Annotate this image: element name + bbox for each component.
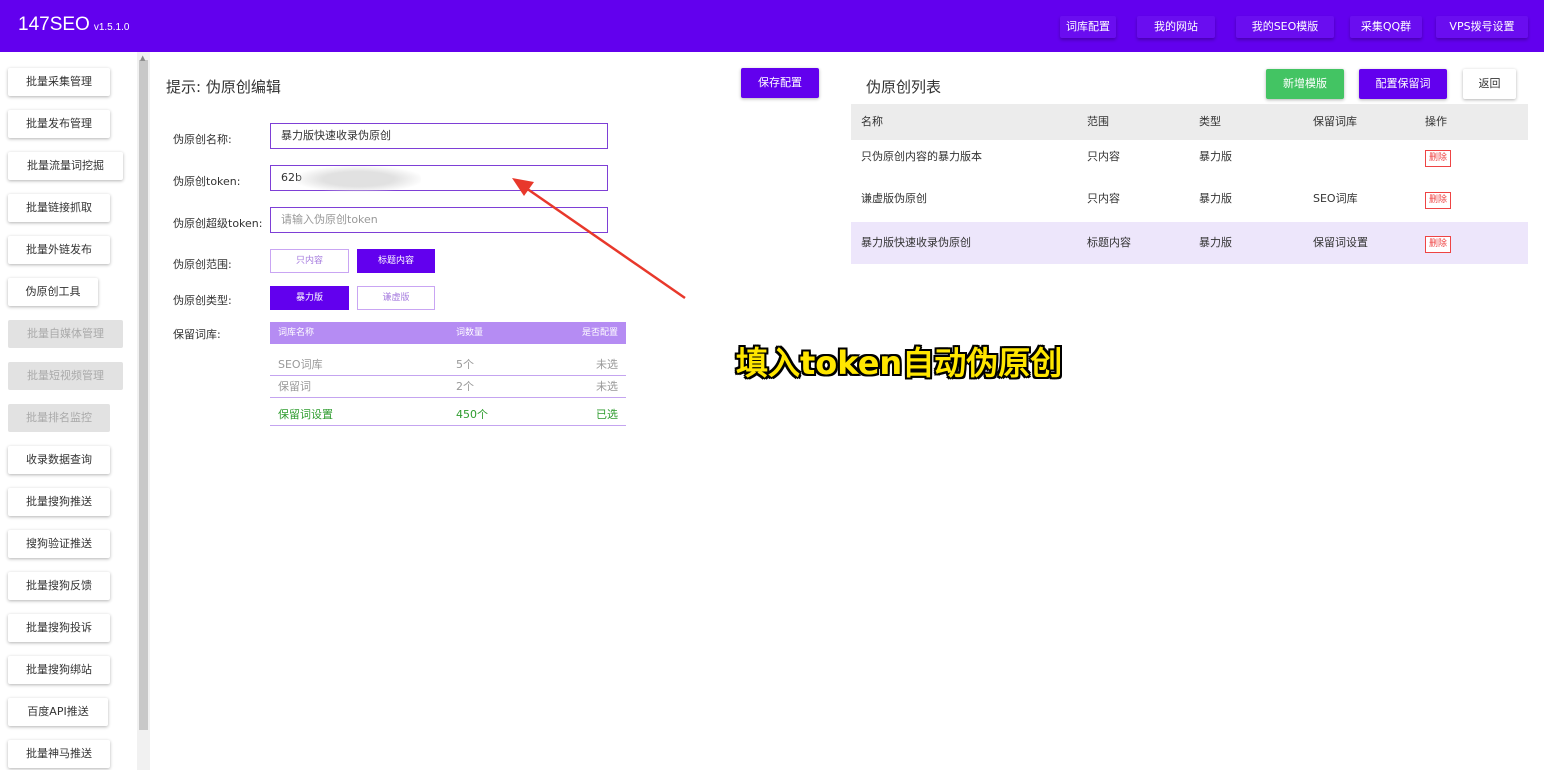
dict-col-name: 词库名称: [278, 328, 315, 338]
top-app-bar: 147SEO v1.5.1.0 词库配置 我的网站 我的SEO模版 采集QQ群 V…: [0, 0, 1544, 52]
config-reserved-words-button[interactable]: 配置保留词: [1359, 69, 1447, 99]
row-dict: 保留词设置: [1313, 236, 1368, 249]
type-option-modest[interactable]: 谦虚版: [357, 286, 435, 310]
list-col-dict: 保留词库: [1313, 115, 1357, 128]
sidebar-item-sogou-feedback[interactable]: 批量搜狗反馈: [8, 572, 110, 600]
sidebar-item-traffic-keywords[interactable]: 批量流量词挖掘: [8, 152, 123, 180]
row-type: 暴力版: [1199, 150, 1232, 163]
save-config-button[interactable]: 保存配置: [741, 68, 819, 98]
row-type: 暴力版: [1199, 192, 1232, 205]
sidebar-item-batch-publish[interactable]: 批量发布管理: [8, 110, 110, 138]
dict-row-name: 保留词设置: [278, 408, 333, 421]
token-label: 伪原创token:: [173, 175, 241, 188]
table-row[interactable]: 只伪原创内容的暴力版本 只内容 暴力版 删除: [851, 136, 1528, 178]
type-option-aggressive[interactable]: 暴力版: [270, 286, 349, 310]
editor-title: 提示: 伪原创编辑: [166, 78, 281, 96]
dict-row-status: 未选: [596, 380, 618, 393]
row-scope: 只内容: [1087, 192, 1120, 205]
nav-qq-group-button[interactable]: 采集QQ群: [1350, 16, 1422, 38]
sidebar-item-sogou-verify-push[interactable]: 搜狗验证推送: [8, 530, 110, 558]
sidebar-item-short-video[interactable]: 批量短视频管理: [8, 362, 123, 390]
row-name: 暴力版快速收录伪原创: [861, 236, 971, 249]
list-col-scope: 范围: [1087, 115, 1109, 128]
dict-row-name: SEO词库: [278, 358, 323, 371]
list-col-name: 名称: [861, 115, 883, 128]
list-col-action: 操作: [1425, 115, 1447, 128]
app-version: v1.5.1.0: [93, 22, 130, 33]
sidebar-item-index-query[interactable]: 收录数据查询: [8, 446, 110, 474]
super-token-label: 伪原创超级token:: [173, 217, 263, 230]
nav-vps-settings-button[interactable]: VPS拨号设置: [1436, 16, 1528, 38]
sidebar-item-pseudo-original[interactable]: 伪原创工具: [8, 278, 98, 306]
scope-option-title-content[interactable]: 标题内容: [357, 249, 435, 273]
name-label: 伪原创名称:: [173, 133, 232, 146]
dict-row-count: 2个: [456, 380, 474, 393]
dict-table-header: 词库名称 词数量 是否配置: [270, 322, 626, 344]
sidebar-item-batch-collect[interactable]: 批量采集管理: [8, 68, 110, 96]
row-name: 谦虚版伪原创: [861, 192, 927, 205]
sidebar-item-external-links[interactable]: 批量外链发布: [8, 236, 110, 264]
dict-row[interactable]: SEO词库 5个 未选: [270, 354, 626, 376]
dict-row-count: 5个: [456, 358, 474, 371]
delete-button[interactable]: 删除: [1425, 236, 1451, 253]
delete-button[interactable]: 删除: [1425, 192, 1451, 209]
sidebar-scroll-thumb[interactable]: [139, 60, 148, 730]
sidebar-item-baidu-api[interactable]: 百度API推送: [8, 698, 108, 726]
scroll-up-icon[interactable]: ▲: [140, 54, 145, 62]
sidebar-item-sogou-complaint[interactable]: 批量搜狗投诉: [8, 614, 110, 642]
app-brand: 147SEO v1.5.1.0: [18, 14, 129, 36]
type-label: 伪原创类型:: [173, 294, 232, 307]
sidebar: 批量采集管理 批量发布管理 批量流量词挖掘 批量链接抓取 批量外链发布 伪原创工…: [0, 52, 150, 770]
table-row[interactable]: 暴力版快速收录伪原创 标题内容 暴力版 保留词设置 删除: [851, 222, 1528, 264]
row-dict: SEO词库: [1313, 192, 1358, 205]
sidebar-item-link-crawl[interactable]: 批量链接抓取: [8, 194, 110, 222]
dict-row-name: 保留词: [278, 380, 311, 393]
nav-my-seo-template-button[interactable]: 我的SEO模版: [1236, 16, 1334, 38]
table-row[interactable]: 谦虚版伪原创 只内容 暴力版 SEO词库 删除: [851, 178, 1528, 220]
scope-label: 伪原创范围:: [173, 258, 232, 271]
app-name: 147SEO: [18, 14, 90, 35]
name-input[interactable]: 暴力版快速收录伪原创: [270, 123, 608, 149]
dict-col-status: 是否配置: [581, 328, 618, 338]
delete-button[interactable]: 删除: [1425, 150, 1451, 167]
annotation-callout: 填入token自动伪原创: [736, 344, 1063, 382]
row-scope: 只内容: [1087, 150, 1120, 163]
add-template-button[interactable]: 新增模版: [1266, 69, 1344, 99]
sidebar-item-shenma-push[interactable]: 批量神马推送: [8, 740, 110, 768]
list-title: 伪原创列表: [866, 78, 942, 96]
nav-my-sites-button[interactable]: 我的网站: [1137, 16, 1215, 38]
list-col-type: 类型: [1199, 115, 1221, 128]
sidebar-item-rank-monitor[interactable]: 批量排名监控: [8, 404, 110, 432]
dict-row-status: 已选: [596, 408, 618, 421]
row-name: 只伪原创内容的暴力版本: [861, 150, 982, 163]
dict-row-status: 未选: [596, 358, 618, 371]
sidebar-item-we-media[interactable]: 批量自媒体管理: [8, 320, 123, 348]
dict-row[interactable]: 保留词 2个 未选: [270, 376, 626, 398]
back-button[interactable]: 返回: [1463, 69, 1516, 99]
row-type: 暴力版: [1199, 236, 1232, 249]
dict-col-count: 词数量: [456, 328, 484, 338]
annotation-arrow-icon: [512, 178, 686, 300]
dict-row-count: 450个: [456, 408, 488, 421]
sidebar-item-sogou-bind[interactable]: 批量搜狗绑站: [8, 656, 110, 684]
redaction-blur: [296, 166, 421, 192]
list-table-header: 名称 范围 类型 保留词库 操作: [851, 104, 1528, 140]
sidebar-item-sogou-push[interactable]: 批量搜狗推送: [8, 488, 110, 516]
scope-option-content-only[interactable]: 只内容: [270, 249, 349, 273]
row-scope: 标题内容: [1087, 236, 1131, 249]
dict-label: 保留词库:: [173, 328, 221, 341]
nav-dict-config-button[interactable]: 词库配置: [1060, 16, 1116, 38]
dict-row[interactable]: 保留词设置 450个 已选: [270, 404, 626, 426]
